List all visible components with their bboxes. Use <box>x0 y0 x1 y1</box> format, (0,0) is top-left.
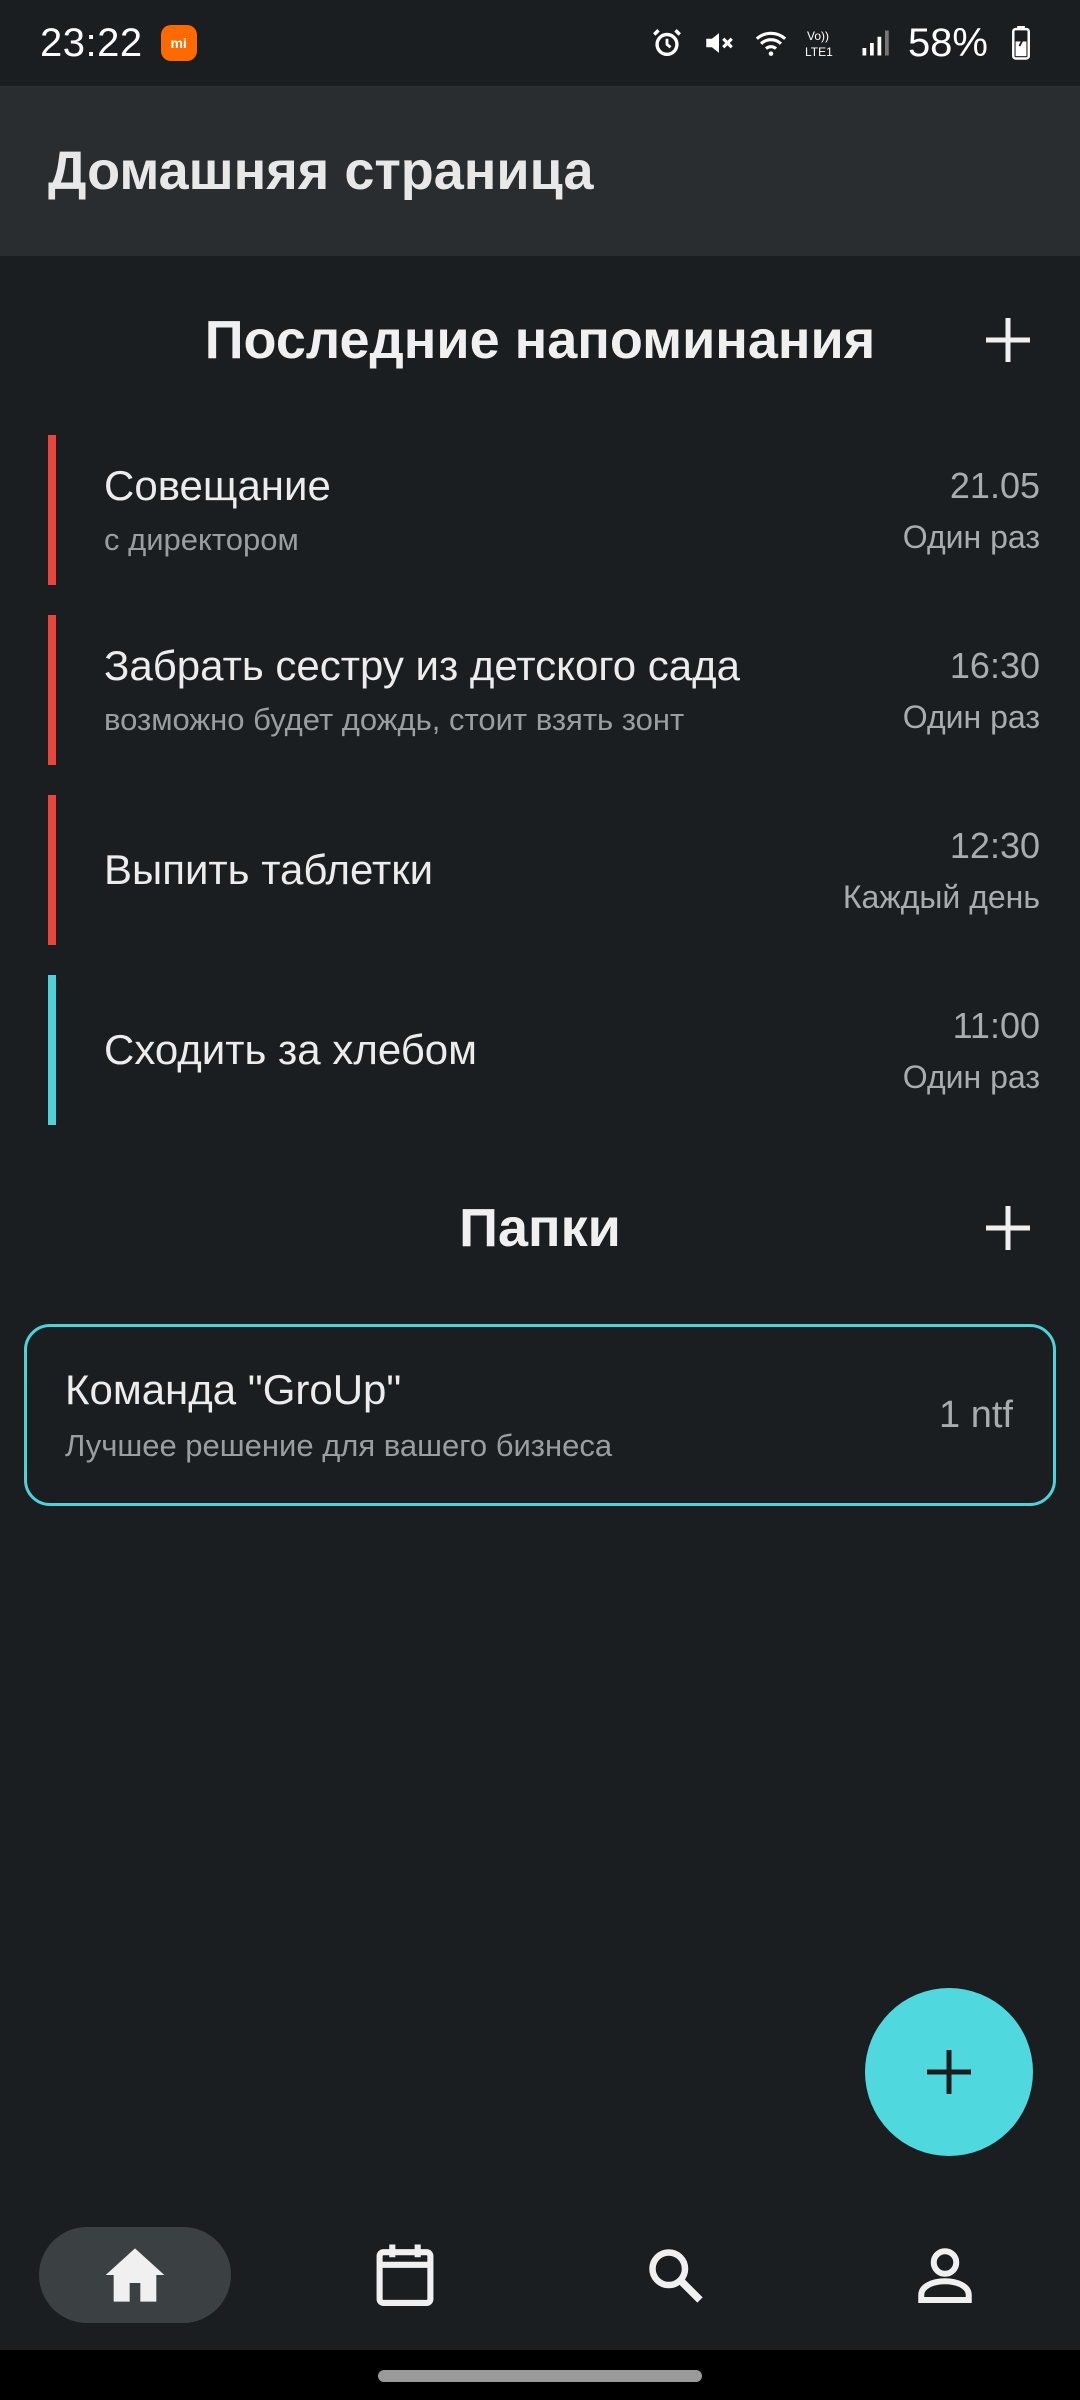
folders-section-title: Папки <box>459 1198 621 1258</box>
reminder-accent-bar <box>48 975 56 1125</box>
reminder-item[interactable]: Забрать сестру из детского сада возможно… <box>48 615 1040 765</box>
reminder-time: 21.05 <box>949 464 1040 506</box>
plus-icon <box>986 1206 1030 1250</box>
reminder-accent-bar <box>48 795 56 945</box>
add-reminder-button[interactable] <box>976 308 1040 372</box>
add-fab-button[interactable] <box>865 1988 1033 2156</box>
home-icon <box>105 2248 165 2302</box>
nav-profile[interactable] <box>810 2200 1080 2350</box>
reminder-title: Забрать сестру из детского сада <box>104 642 740 689</box>
reminder-title: Совещание <box>104 462 331 509</box>
nav-home-pill <box>39 2227 231 2323</box>
nav-calendar[interactable] <box>270 2200 540 2350</box>
reminder-accent-bar <box>48 435 56 585</box>
battery-icon <box>1002 24 1040 62</box>
reminders-list: Совещание с директором 21.05 Один раз За… <box>48 435 1040 1155</box>
search-icon <box>649 2249 703 2303</box>
profile-icon <box>918 2248 972 2303</box>
reminder-accent-bar <box>48 615 56 765</box>
xiaomi-badge-icon: mi <box>160 25 197 61</box>
folder-subtitle: Лучшее решение для вашего бизнеса <box>65 1428 613 1463</box>
reminder-title: Сходить за хлебом <box>104 1026 478 1073</box>
signal-icon <box>856 24 894 62</box>
folders-header: Папки <box>0 1178 1080 1278</box>
reminder-item[interactable]: Совещание с директором 21.05 Один раз <box>48 435 1040 585</box>
folder-count: 1 ntf <box>939 1393 1013 1436</box>
alarm-icon <box>648 24 686 62</box>
bottom-nav <box>0 2200 1080 2350</box>
mute-icon <box>700 24 738 62</box>
status-time: 23:22 <box>40 20 143 65</box>
gesture-handle[interactable] <box>378 2370 702 2382</box>
battery-percent: 58% <box>907 20 988 65</box>
reminders-section-title: Последние напоминания <box>204 310 876 370</box>
svg-text:LTE1: LTE1 <box>805 45 833 59</box>
calendar-icon <box>376 2244 434 2306</box>
reminders-header: Последние напоминания <box>0 290 1080 390</box>
reminder-time: 11:00 <box>952 1004 1040 1046</box>
reminder-item[interactable]: Выпить таблетки 12:30 Каждый день <box>48 795 1040 945</box>
home-screen: 23:22 mi Vo)) LTE1 58% Домашняя страница… <box>0 0 1080 2400</box>
nav-home[interactable] <box>0 2200 270 2350</box>
reminder-repeat: Один раз <box>902 518 1040 555</box>
reminder-title: Выпить таблетки <box>104 846 434 893</box>
folder-card[interactable]: Команда "GroUp" Лучшее решение для вашег… <box>24 1324 1056 1506</box>
reminder-repeat: Один раз <box>902 698 1040 735</box>
reminder-time: 16:30 <box>949 644 1040 686</box>
volte-icon: Vo)) LTE1 <box>804 24 842 62</box>
nav-search[interactable] <box>540 2200 810 2350</box>
add-folder-button[interactable] <box>976 1196 1040 1260</box>
status-bar: 23:22 mi Vo)) LTE1 58% <box>0 0 1080 86</box>
plus-icon <box>927 2050 971 2094</box>
reminder-repeat: Каждый день <box>842 878 1040 915</box>
folder-title: Команда "GroUp" <box>65 1366 402 1413</box>
reminder-repeat: Один раз <box>902 1058 1040 1095</box>
reminder-subtitle: возможно будет дождь, стоит взять зонт <box>104 702 685 737</box>
reminder-time: 12:30 <box>949 824 1040 866</box>
svg-text:Vo)): Vo)) <box>807 29 829 43</box>
reminder-item[interactable]: Сходить за хлебом 11:00 Один раз <box>48 975 1040 1125</box>
reminder-subtitle: с директором <box>104 522 299 557</box>
page-title: Домашняя страница <box>48 141 594 201</box>
app-bar: Домашняя страница <box>0 86 1080 256</box>
plus-icon <box>986 318 1030 362</box>
wifi-icon <box>752 24 790 62</box>
status-icons: Vo)) LTE1 58% <box>648 21 1040 66</box>
